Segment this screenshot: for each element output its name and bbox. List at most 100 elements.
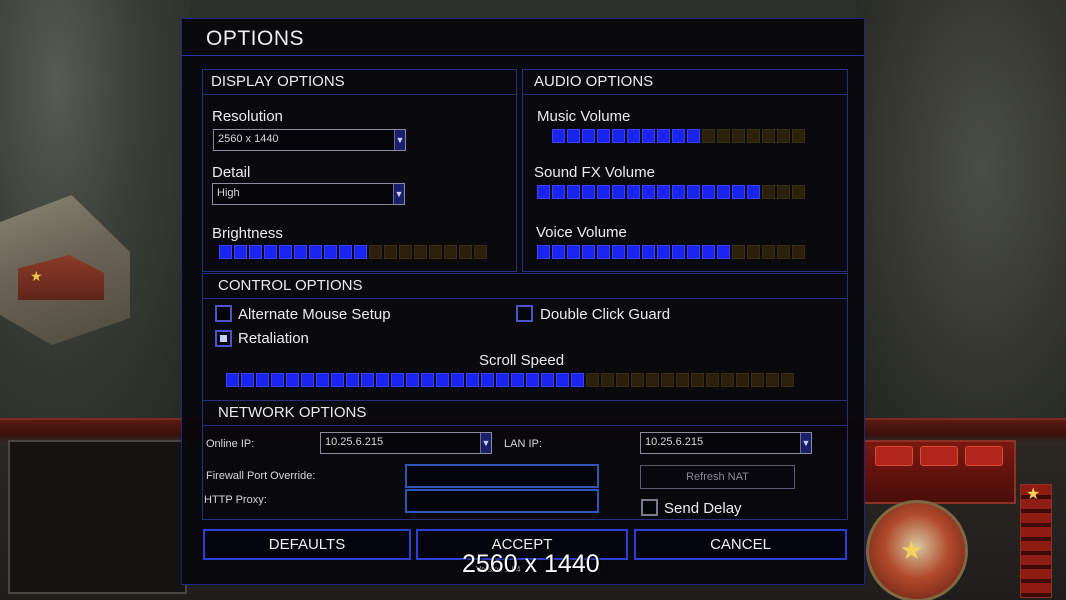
slider-segment-filled[interactable]: [361, 373, 374, 387]
slider-segment-filled[interactable]: [642, 129, 655, 143]
slider-segment-empty[interactable]: [781, 373, 794, 387]
slider-segment-empty[interactable]: [459, 245, 472, 259]
slider-segment-filled[interactable]: [567, 245, 580, 259]
slider-segment-filled[interactable]: [687, 245, 700, 259]
double-click-guard-checkbox[interactable]: [516, 305, 533, 322]
slider-segment-empty[interactable]: [717, 129, 730, 143]
slider-segment-filled[interactable]: [226, 373, 239, 387]
slider-segment-filled[interactable]: [687, 129, 700, 143]
slider-segment-empty[interactable]: [732, 129, 745, 143]
slider-segment-empty[interactable]: [777, 245, 790, 259]
slider-segment-filled[interactable]: [294, 245, 307, 259]
slider-segment-empty[interactable]: [751, 373, 764, 387]
slider-segment-empty[interactable]: [706, 373, 719, 387]
slider-segment-filled[interactable]: [747, 185, 760, 199]
slider-segment-empty[interactable]: [792, 129, 805, 143]
slider-segment-filled[interactable]: [732, 185, 745, 199]
slider-segment-empty[interactable]: [762, 129, 775, 143]
slider-segment-empty[interactable]: [766, 373, 779, 387]
slider-segment-empty[interactable]: [601, 373, 614, 387]
slider-segment-filled[interactable]: [672, 129, 685, 143]
slider-segment-filled[interactable]: [331, 373, 344, 387]
slider-segment-filled[interactable]: [316, 373, 329, 387]
slider-segment-filled[interactable]: [612, 245, 625, 259]
chevron-down-icon[interactable]: ▼: [393, 184, 404, 204]
slider-segment-empty[interactable]: [762, 185, 775, 199]
http-proxy-input[interactable]: [405, 489, 599, 513]
slider-segment-filled[interactable]: [301, 373, 314, 387]
slider-segment-filled[interactable]: [597, 245, 610, 259]
defaults-button[interactable]: DEFAULTS: [203, 529, 411, 560]
slider-segment-filled[interactable]: [234, 245, 247, 259]
slider-segment-filled[interactable]: [309, 245, 322, 259]
slider-segment-filled[interactable]: [346, 373, 359, 387]
slider-segment-filled[interactable]: [582, 245, 595, 259]
slider-segment-empty[interactable]: [414, 245, 427, 259]
slider-segment-filled[interactable]: [556, 373, 569, 387]
slider-segment-filled[interactable]: [496, 373, 509, 387]
slider-segment-filled[interactable]: [324, 245, 337, 259]
brightness-slider[interactable]: [219, 245, 487, 259]
slider-segment-empty[interactable]: [616, 373, 629, 387]
slider-segment-filled[interactable]: [597, 185, 610, 199]
slider-segment-filled[interactable]: [627, 129, 640, 143]
refresh-nat-button[interactable]: Refresh NAT: [640, 465, 795, 489]
slider-segment-filled[interactable]: [264, 245, 277, 259]
slider-segment-filled[interactable]: [702, 185, 715, 199]
slider-segment-filled[interactable]: [436, 373, 449, 387]
slider-segment-filled[interactable]: [271, 373, 284, 387]
slider-segment-filled[interactable]: [657, 185, 670, 199]
slider-segment-empty[interactable]: [777, 129, 790, 143]
slider-segment-filled[interactable]: [627, 185, 640, 199]
detail-dropdown[interactable]: High ▼: [212, 183, 405, 205]
slider-segment-filled[interactable]: [406, 373, 419, 387]
slider-segment-filled[interactable]: [657, 245, 670, 259]
slider-segment-empty[interactable]: [399, 245, 412, 259]
slider-segment-filled[interactable]: [612, 185, 625, 199]
retaliation-checkbox[interactable]: [215, 330, 232, 347]
firewall-port-input[interactable]: [405, 464, 599, 488]
slider-segment-filled[interactable]: [582, 185, 595, 199]
slider-segment-filled[interactable]: [526, 373, 539, 387]
slider-segment-filled[interactable]: [582, 129, 595, 143]
slider-segment-empty[interactable]: [777, 185, 790, 199]
slider-segment-filled[interactable]: [481, 373, 494, 387]
slider-segment-filled[interactable]: [466, 373, 479, 387]
slider-segment-filled[interactable]: [567, 185, 580, 199]
slider-segment-filled[interactable]: [597, 129, 610, 143]
slider-segment-empty[interactable]: [586, 373, 599, 387]
send-delay-checkbox[interactable]: [641, 499, 658, 516]
resolution-dropdown[interactable]: 2560 x 1440 ▼: [213, 129, 406, 151]
slider-segment-empty[interactable]: [369, 245, 382, 259]
hud-button[interactable]: [920, 446, 958, 466]
slider-segment-filled[interactable]: [537, 185, 550, 199]
slider-segment-filled[interactable]: [256, 373, 269, 387]
slider-segment-empty[interactable]: [474, 245, 487, 259]
slider-segment-empty[interactable]: [384, 245, 397, 259]
slider-segment-filled[interactable]: [421, 373, 434, 387]
slider-segment-filled[interactable]: [657, 129, 670, 143]
slider-segment-empty[interactable]: [721, 373, 734, 387]
lan-ip-dropdown[interactable]: 10.25.6.215 ▼: [640, 432, 812, 454]
slider-segment-filled[interactable]: [286, 373, 299, 387]
slider-segment-filled[interactable]: [612, 129, 625, 143]
slider-segment-empty[interactable]: [736, 373, 749, 387]
slider-segment-filled[interactable]: [219, 245, 232, 259]
music-volume-slider[interactable]: [552, 129, 805, 143]
cancel-button[interactable]: CANCEL: [634, 529, 847, 560]
slider-segment-filled[interactable]: [627, 245, 640, 259]
slider-segment-empty[interactable]: [676, 373, 689, 387]
slider-segment-filled[interactable]: [511, 373, 524, 387]
slider-segment-filled[interactable]: [552, 129, 565, 143]
sound-fx-volume-slider[interactable]: [537, 185, 805, 199]
slider-segment-empty[interactable]: [747, 245, 760, 259]
slider-segment-filled[interactable]: [541, 373, 554, 387]
slider-segment-empty[interactable]: [429, 245, 442, 259]
chevron-down-icon[interactable]: ▼: [800, 433, 811, 453]
slider-segment-filled[interactable]: [702, 245, 715, 259]
slider-segment-filled[interactable]: [537, 245, 550, 259]
slider-segment-filled[interactable]: [672, 245, 685, 259]
slider-segment-filled[interactable]: [642, 185, 655, 199]
slider-segment-filled[interactable]: [717, 245, 730, 259]
slider-segment-empty[interactable]: [631, 373, 644, 387]
